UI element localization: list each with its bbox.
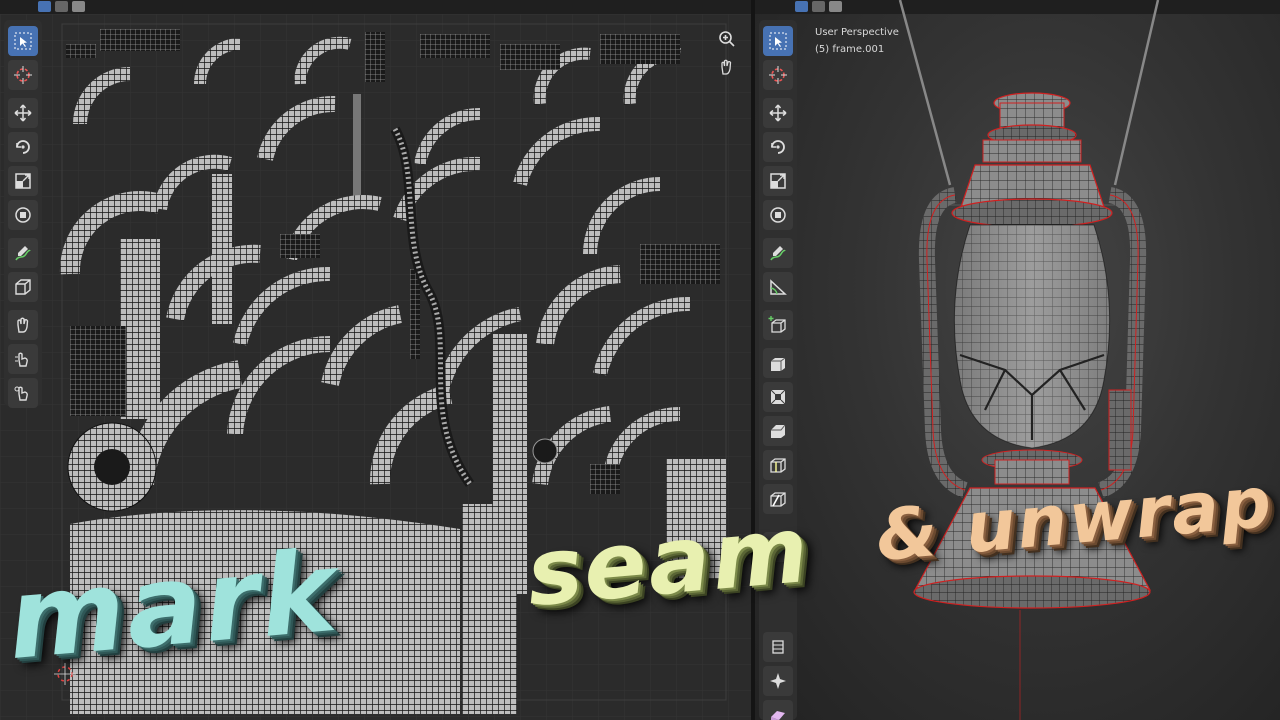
- transform-icon[interactable]: [8, 200, 38, 230]
- edge-slide-icon[interactable]: [763, 700, 793, 720]
- zoom-icon[interactable]: [716, 28, 738, 50]
- extrude-icon[interactable]: [763, 348, 793, 378]
- lantern-model[interactable]: [755, 0, 1280, 720]
- select-box-icon[interactable]: [8, 26, 38, 56]
- bevel-icon[interactable]: [763, 416, 793, 446]
- viewport-mode-text: User Perspective: [815, 27, 899, 38]
- viewport-object-text: (5) frame.001: [815, 44, 885, 55]
- grab-icon[interactable]: [8, 310, 38, 340]
- loop-cut-icon[interactable]: [763, 450, 793, 480]
- pan-hand-icon[interactable]: [716, 56, 738, 78]
- smooth-icon[interactable]: [763, 666, 793, 696]
- rotate-icon[interactable]: [763, 132, 793, 162]
- annotate-icon[interactable]: [8, 238, 38, 268]
- 3d-viewport[interactable]: User Perspective (5) frame.001: [755, 0, 1280, 720]
- cursor-icon[interactable]: [763, 60, 793, 90]
- rotate-icon[interactable]: [8, 132, 38, 162]
- pinch-icon[interactable]: [8, 344, 38, 374]
- select-mode-vertex[interactable]: [38, 1, 51, 12]
- add-cube-icon[interactable]: [763, 310, 793, 340]
- inset-icon[interactable]: [763, 382, 793, 412]
- spin-icon[interactable]: [763, 632, 793, 662]
- measure-icon[interactable]: [763, 272, 793, 302]
- cube-icon[interactable]: [8, 272, 38, 302]
- uv-editor-header: [0, 0, 751, 14]
- relax-icon[interactable]: [8, 378, 38, 408]
- scale-icon[interactable]: [763, 166, 793, 196]
- cursor-icon[interactable]: [8, 60, 38, 90]
- select-box-icon[interactable]: [763, 26, 793, 56]
- annotate-icon[interactable]: [763, 238, 793, 268]
- select-mode-edge[interactable]: [55, 1, 68, 12]
- move-icon[interactable]: [763, 98, 793, 128]
- scale-icon[interactable]: [8, 166, 38, 196]
- transform-icon[interactable]: [763, 200, 793, 230]
- select-mode-face[interactable]: [72, 1, 85, 12]
- move-icon[interactable]: [8, 98, 38, 128]
